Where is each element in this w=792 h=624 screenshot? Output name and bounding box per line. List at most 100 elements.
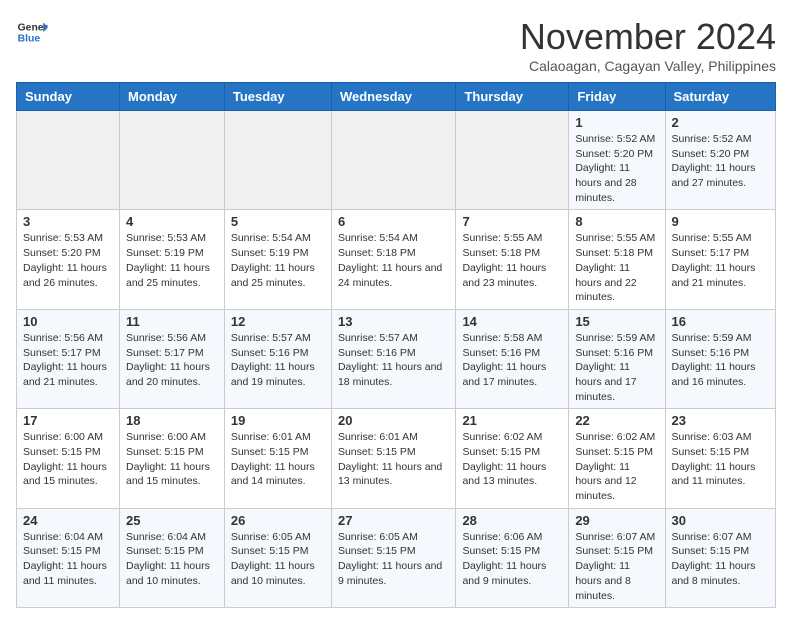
- day-number: 20: [338, 413, 449, 428]
- day-info: Sunrise: 5:55 AM Sunset: 5:18 PM Dayligh…: [462, 231, 562, 290]
- day-number: 24: [23, 513, 113, 528]
- day-number: 22: [575, 413, 658, 428]
- day-info: Sunrise: 5:54 AM Sunset: 5:19 PM Dayligh…: [231, 231, 325, 290]
- day-cell: 16 Sunrise: 5:59 AM Sunset: 5:16 PM Dayli…: [665, 309, 776, 408]
- day-info: Sunrise: 5:55 AM Sunset: 5:18 PM Dayligh…: [575, 231, 658, 304]
- day-cell: 15 Sunrise: 5:59 AM Sunset: 5:16 PM Dayli…: [569, 309, 665, 408]
- day-number: 21: [462, 413, 562, 428]
- day-number: 17: [23, 413, 113, 428]
- day-info: Sunrise: 6:02 AM Sunset: 5:15 PM Dayligh…: [462, 430, 562, 489]
- location: Calaoagan, Cagayan Valley, Philippines: [520, 58, 776, 74]
- day-number: 12: [231, 314, 325, 329]
- calendar-body: 1Sunrise: 5:52 AM Sunset: 5:20 PM Daylig…: [17, 111, 776, 608]
- day-cell: 7 Sunrise: 5:55 AM Sunset: 5:18 PM Daylig…: [456, 210, 569, 309]
- day-info: Sunrise: 6:01 AM Sunset: 5:15 PM Dayligh…: [231, 430, 325, 489]
- day-info: Sunrise: 6:06 AM Sunset: 5:15 PM Dayligh…: [462, 530, 562, 589]
- day-info: Sunrise: 5:54 AM Sunset: 5:18 PM Dayligh…: [338, 231, 449, 290]
- day-cell: 17 Sunrise: 6:00 AM Sunset: 5:15 PM Dayli…: [17, 409, 120, 508]
- day-number: 18: [126, 413, 218, 428]
- col-header-friday: Friday: [569, 83, 665, 111]
- day-cell: 29 Sunrise: 6:07 AM Sunset: 5:15 PM Dayli…: [569, 508, 665, 607]
- day-number: 13: [338, 314, 449, 329]
- day-cell: [224, 111, 331, 210]
- day-cell: 13 Sunrise: 5:57 AM Sunset: 5:16 PM Dayli…: [331, 309, 455, 408]
- day-info: Sunrise: 5:56 AM Sunset: 5:17 PM Dayligh…: [126, 331, 218, 390]
- day-info: Sunrise: 6:02 AM Sunset: 5:15 PM Dayligh…: [575, 430, 658, 503]
- day-number: 6: [338, 214, 449, 229]
- day-cell: 5 Sunrise: 5:54 AM Sunset: 5:19 PM Daylig…: [224, 210, 331, 309]
- svg-text:Blue: Blue: [18, 34, 41, 45]
- col-header-thursday: Thursday: [456, 83, 569, 111]
- day-cell: [17, 111, 120, 210]
- day-info: Sunrise: 6:05 AM Sunset: 5:15 PM Dayligh…: [338, 530, 449, 589]
- week-row-1: 1Sunrise: 5:52 AM Sunset: 5:20 PM Daylig…: [17, 111, 776, 210]
- day-cell: 30 Sunrise: 6:07 AM Sunset: 5:15 PM Dayli…: [665, 508, 776, 607]
- day-number: 29: [575, 513, 658, 528]
- day-cell: 1Sunrise: 5:52 AM Sunset: 5:20 PM Daylig…: [569, 111, 665, 210]
- day-cell: 25 Sunrise: 6:04 AM Sunset: 5:15 PM Dayli…: [120, 508, 225, 607]
- day-info: Sunrise: 5:57 AM Sunset: 5:16 PM Dayligh…: [338, 331, 449, 390]
- day-cell: 19 Sunrise: 6:01 AM Sunset: 5:15 PM Dayli…: [224, 409, 331, 508]
- day-cell: 27Sunrise: 6:05 AM Sunset: 5:15 PM Dayli…: [331, 508, 455, 607]
- month-title: November 2024: [520, 16, 776, 58]
- title-block: November 2024 Calaoagan, Cagayan Valley,…: [520, 16, 776, 74]
- day-number: 30: [672, 513, 770, 528]
- day-info: Sunrise: 6:01 AM Sunset: 5:15 PM Dayligh…: [338, 430, 449, 489]
- day-number: 16: [672, 314, 770, 329]
- day-info: Sunrise: 6:05 AM Sunset: 5:15 PM Dayligh…: [231, 530, 325, 589]
- day-info: Sunrise: 6:00 AM Sunset: 5:15 PM Dayligh…: [23, 430, 113, 489]
- day-cell: 21 Sunrise: 6:02 AM Sunset: 5:15 PM Dayli…: [456, 409, 569, 508]
- day-number: 5: [231, 214, 325, 229]
- col-header-sunday: Sunday: [17, 83, 120, 111]
- day-number: 2: [672, 115, 770, 130]
- day-cell: 11Sunrise: 5:56 AM Sunset: 5:17 PM Dayli…: [120, 309, 225, 408]
- page-header: General Blue November 2024 Calaoagan, Ca…: [16, 16, 776, 74]
- day-number: 1: [575, 115, 658, 130]
- day-info: Sunrise: 5:53 AM Sunset: 5:19 PM Dayligh…: [126, 231, 218, 290]
- day-number: 25: [126, 513, 218, 528]
- day-number: 15: [575, 314, 658, 329]
- day-info: Sunrise: 6:07 AM Sunset: 5:15 PM Dayligh…: [672, 530, 770, 589]
- day-cell: 26Sunrise: 6:05 AM Sunset: 5:15 PM Dayli…: [224, 508, 331, 607]
- day-cell: 22 Sunrise: 6:02 AM Sunset: 5:15 PM Dayli…: [569, 409, 665, 508]
- day-number: 14: [462, 314, 562, 329]
- day-info: Sunrise: 5:59 AM Sunset: 5:16 PM Dayligh…: [672, 331, 770, 390]
- day-cell: 6 Sunrise: 5:54 AM Sunset: 5:18 PM Daylig…: [331, 210, 455, 309]
- day-number: 7: [462, 214, 562, 229]
- day-cell: 2Sunrise: 5:52 AM Sunset: 5:20 PM Daylig…: [665, 111, 776, 210]
- day-info: Sunrise: 6:04 AM Sunset: 5:15 PM Dayligh…: [126, 530, 218, 589]
- day-cell: 28 Sunrise: 6:06 AM Sunset: 5:15 PM Dayli…: [456, 508, 569, 607]
- day-cell: 3 Sunrise: 5:53 AM Sunset: 5:20 PM Daylig…: [17, 210, 120, 309]
- day-info: Sunrise: 6:04 AM Sunset: 5:15 PM Dayligh…: [23, 530, 113, 589]
- logo: General Blue: [16, 16, 48, 48]
- day-number: 9: [672, 214, 770, 229]
- week-row-4: 17 Sunrise: 6:00 AM Sunset: 5:15 PM Dayli…: [17, 409, 776, 508]
- calendar-header-row: SundayMondayTuesdayWednesdayThursdayFrid…: [17, 83, 776, 111]
- day-cell: 9 Sunrise: 5:55 AM Sunset: 5:17 PM Daylig…: [665, 210, 776, 309]
- day-cell: 8 Sunrise: 5:55 AM Sunset: 5:18 PM Daylig…: [569, 210, 665, 309]
- day-number: 3: [23, 214, 113, 229]
- day-number: 23: [672, 413, 770, 428]
- week-row-5: 24 Sunrise: 6:04 AM Sunset: 5:15 PM Dayli…: [17, 508, 776, 607]
- day-info: Sunrise: 5:57 AM Sunset: 5:16 PM Dayligh…: [231, 331, 325, 390]
- week-row-2: 3 Sunrise: 5:53 AM Sunset: 5:20 PM Daylig…: [17, 210, 776, 309]
- day-cell: 4Sunrise: 5:53 AM Sunset: 5:19 PM Daylig…: [120, 210, 225, 309]
- day-info: Sunrise: 5:56 AM Sunset: 5:17 PM Dayligh…: [23, 331, 113, 390]
- day-cell: 20 Sunrise: 6:01 AM Sunset: 5:15 PM Dayli…: [331, 409, 455, 508]
- day-cell: 12 Sunrise: 5:57 AM Sunset: 5:16 PM Dayli…: [224, 309, 331, 408]
- day-cell: 18 Sunrise: 6:00 AM Sunset: 5:15 PM Dayli…: [120, 409, 225, 508]
- day-info: Sunrise: 5:59 AM Sunset: 5:16 PM Dayligh…: [575, 331, 658, 404]
- day-info: Sunrise: 5:53 AM Sunset: 5:20 PM Dayligh…: [23, 231, 113, 290]
- logo-icon: General Blue: [16, 16, 48, 48]
- day-info: Sunrise: 5:55 AM Sunset: 5:17 PM Dayligh…: [672, 231, 770, 290]
- week-row-3: 10 Sunrise: 5:56 AM Sunset: 5:17 PM Dayli…: [17, 309, 776, 408]
- day-info: Sunrise: 6:00 AM Sunset: 5:15 PM Dayligh…: [126, 430, 218, 489]
- day-number: 19: [231, 413, 325, 428]
- col-header-saturday: Saturday: [665, 83, 776, 111]
- day-number: 28: [462, 513, 562, 528]
- day-number: 8: [575, 214, 658, 229]
- col-header-monday: Monday: [120, 83, 225, 111]
- day-number: 10: [23, 314, 113, 329]
- day-info: Sunrise: 6:07 AM Sunset: 5:15 PM Dayligh…: [575, 530, 658, 603]
- day-cell: 10 Sunrise: 5:56 AM Sunset: 5:17 PM Dayli…: [17, 309, 120, 408]
